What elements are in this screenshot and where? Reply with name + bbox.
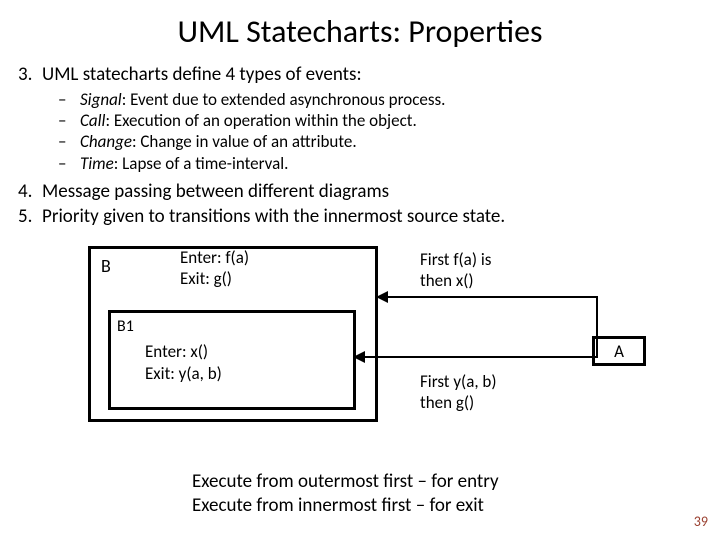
item-text: Priority given to transitions with the i… xyxy=(42,205,505,228)
slide-title: UML Statecharts: Properties xyxy=(0,0,720,63)
sub-rest: : Execution of an operation within the o… xyxy=(105,110,416,131)
conclusion-text: Execute from outermost first – for entry… xyxy=(192,470,499,518)
transition-arrow-bottom xyxy=(355,356,598,358)
emph-term: Call xyxy=(80,110,105,131)
state-b1-label: B1 xyxy=(117,317,134,336)
item-number: 4. xyxy=(18,180,32,204)
b-exit-action: Exit: g() xyxy=(180,269,249,289)
sub-item-time: Time: Lapse of a time-interval. xyxy=(80,153,702,174)
sub-rest: : Lapse of a time-interval. xyxy=(114,153,289,174)
transition-arrow-top xyxy=(378,296,598,298)
list-item-4: 4. Message passing between different dia… xyxy=(42,180,702,204)
slide-body: 3. UML statecharts define 4 types of eve… xyxy=(0,63,720,228)
main-list: 3. UML statecharts define 4 types of eve… xyxy=(18,63,702,228)
b1-enter-action: Enter: x() xyxy=(145,341,222,363)
conclusion-line: Execute from outermost first – for entry xyxy=(192,470,499,494)
list-item-3: 3. UML statecharts define 4 types of eve… xyxy=(42,63,702,174)
state-diagram: B Enter: f(a) Exit: g() B1 Enter: x() Ex… xyxy=(20,246,700,446)
state-a-box: A xyxy=(592,336,646,366)
sub-item-call: Call: Execution of an operation within t… xyxy=(80,110,702,131)
emph-term: Change xyxy=(80,131,132,152)
emph-term: Signal xyxy=(80,89,122,110)
page-number: 39 xyxy=(694,513,708,530)
b-enter-action: Enter: f(a) xyxy=(180,248,249,268)
b1-exit-action: Exit: y(a, b) xyxy=(145,363,222,385)
emph-term: Time xyxy=(80,153,114,174)
item-text: Message passing between different diagra… xyxy=(42,180,389,203)
note-line: First y(a, b) xyxy=(420,372,497,392)
note-line: then x() xyxy=(420,271,491,291)
item-number: 5. xyxy=(18,205,32,229)
sub-rest: : Change in value of an attribute. xyxy=(132,131,357,152)
conclusion-line: Execute from innermost first – for exit xyxy=(192,494,499,518)
note-line: then g() xyxy=(420,393,497,413)
sub-item-change: Change: Change in value of an attribute. xyxy=(80,131,702,152)
sub-rest: : Event due to extended asynchronous pro… xyxy=(122,89,446,110)
item-number: 3. xyxy=(18,63,32,87)
entry-order-note: First f(a) is then x() xyxy=(420,250,491,291)
item-text: UML statecharts define 4 types of events… xyxy=(42,63,362,86)
state-b-label: B xyxy=(101,255,111,277)
sub-list: Signal: Event due to extended asynchrono… xyxy=(42,89,702,174)
list-item-5: 5. Priority given to transitions with th… xyxy=(42,205,702,229)
state-b-actions: Enter: f(a) Exit: g() xyxy=(180,248,249,289)
note-line: First f(a) is xyxy=(420,250,491,270)
exit-order-note: First y(a, b) then g() xyxy=(420,372,497,413)
state-b1-box: B1 Enter: x() Exit: y(a, b) xyxy=(108,310,356,410)
sub-item-signal: Signal: Event due to extended asynchrono… xyxy=(80,89,702,110)
state-b1-actions: Enter: x() Exit: y(a, b) xyxy=(145,341,222,385)
